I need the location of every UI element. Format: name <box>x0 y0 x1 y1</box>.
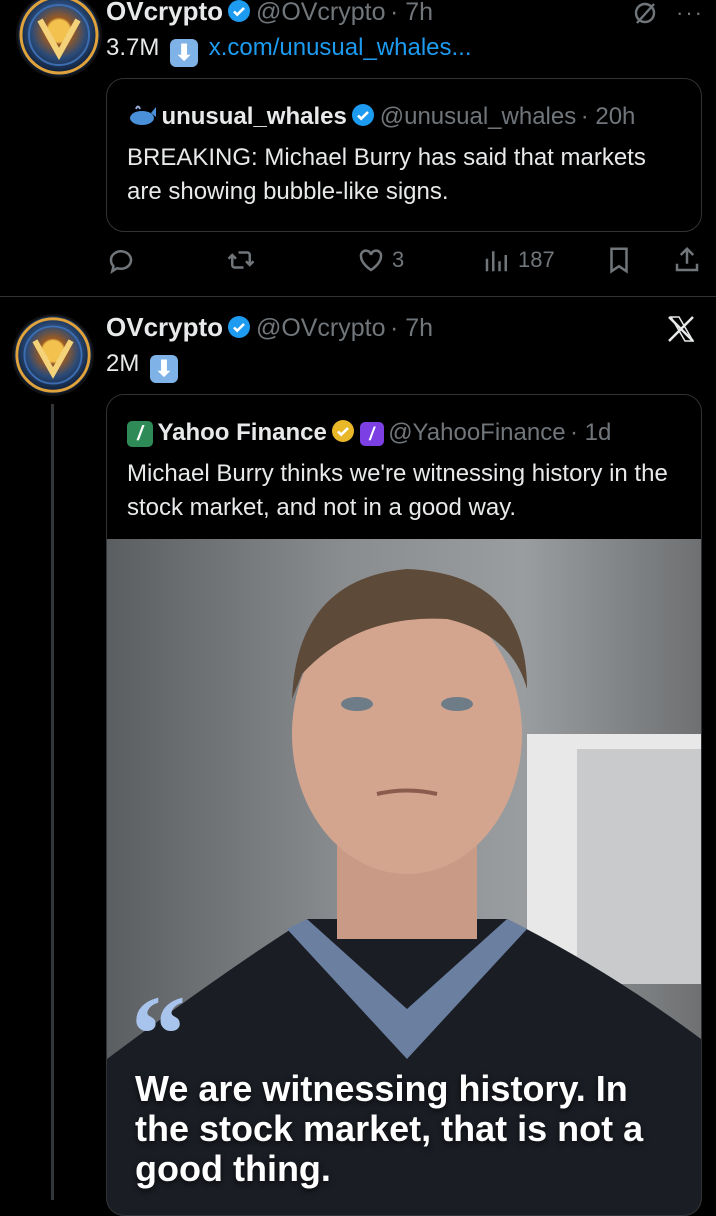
author-handle[interactable]: @OVcrypto <box>256 314 386 342</box>
tweet-header: OVcrypto @OVcrypto · 7h <box>106 0 433 27</box>
quoted-text: Michael Burry thinks we're witnessing hi… <box>127 460 668 521</box>
tweet-body: 3.7M ⬇ x.com/unusual_whales... <box>106 34 472 67</box>
quoted-timestamp[interactable]: · 1d <box>570 419 611 446</box>
x-logo-icon[interactable] <box>666 314 696 344</box>
bookmark-icon <box>610 247 628 274</box>
retweet-icon <box>227 251 255 269</box>
affiliate-badge-icon: / <box>359 422 384 446</box>
like-button[interactable]: 3 <box>356 245 404 275</box>
reply-button[interactable] <box>106 245 136 275</box>
analytics-icon <box>485 251 507 272</box>
image-quote-text: We are witnessing history. In the stock … <box>135 1068 644 1189</box>
thread-line <box>51 404 54 1200</box>
reply-icon <box>109 250 133 274</box>
quoted-image[interactable]: “ We are witnessing history. In the stoc… <box>107 539 701 1215</box>
views-button[interactable]: 187 <box>482 245 555 275</box>
verified-icon <box>228 316 251 338</box>
quoted-tweet[interactable]: unusual_whales @unusual_whales · 20h BRE… <box>106 78 702 232</box>
author-handle[interactable]: @OVcrypto <box>256 0 386 26</box>
yahoo-finance-logo-icon: / <box>127 421 153 447</box>
avatar[interactable] <box>18 0 100 76</box>
quoted-timestamp[interactable]: · 20h <box>581 103 636 130</box>
tweet-divider <box>0 296 716 297</box>
tweet-header: OVcrypto @OVcrypto · 7h <box>106 312 433 343</box>
quoted-author-handle[interactable]: @YahooFinance <box>388 419 565 446</box>
gold-verified-icon <box>332 420 355 442</box>
views-text: 3.7M <box>106 34 160 61</box>
retweet-button[interactable] <box>226 245 256 275</box>
timestamp[interactable]: · 7h <box>390 0 433 26</box>
down-arrow-icon: ⬇ <box>170 39 199 67</box>
quoted-author-name[interactable]: unusual_whales <box>161 103 346 130</box>
author-name[interactable]: OVcrypto <box>106 312 223 342</box>
author-name[interactable]: OVcrypto <box>106 0 223 26</box>
bookmark-button[interactable] <box>604 245 634 275</box>
share-button[interactable] <box>672 245 702 275</box>
whale-icon <box>127 103 157 127</box>
views-count: 187 <box>518 247 555 272</box>
down-arrow-icon: ⬇ <box>150 355 179 383</box>
quoted-author-name[interactable]: Yahoo Finance <box>157 419 326 446</box>
more-icon[interactable]: ··· <box>676 0 704 26</box>
quoted-tweet[interactable]: / Yahoo Finance / @YahooFinance · 1d Mic… <box>106 394 702 1216</box>
quoted-author-handle[interactable]: @unusual_whales <box>380 103 577 130</box>
tweet-link[interactable]: x.com/unusual_whales... <box>209 34 472 61</box>
heart-icon <box>359 249 383 272</box>
verified-icon <box>352 104 375 126</box>
tweet-body: 2M ⬇ <box>106 350 182 383</box>
verified-icon <box>228 0 251 22</box>
share-icon <box>675 246 699 272</box>
grok-icon[interactable] <box>632 0 658 26</box>
like-count: 3 <box>392 247 405 272</box>
views-text: 2M <box>106 350 140 377</box>
avatar[interactable] <box>14 316 92 394</box>
quoted-text: BREAKING: Michael Burry has said that ma… <box>127 144 646 205</box>
timestamp[interactable]: · 7h <box>390 314 433 342</box>
